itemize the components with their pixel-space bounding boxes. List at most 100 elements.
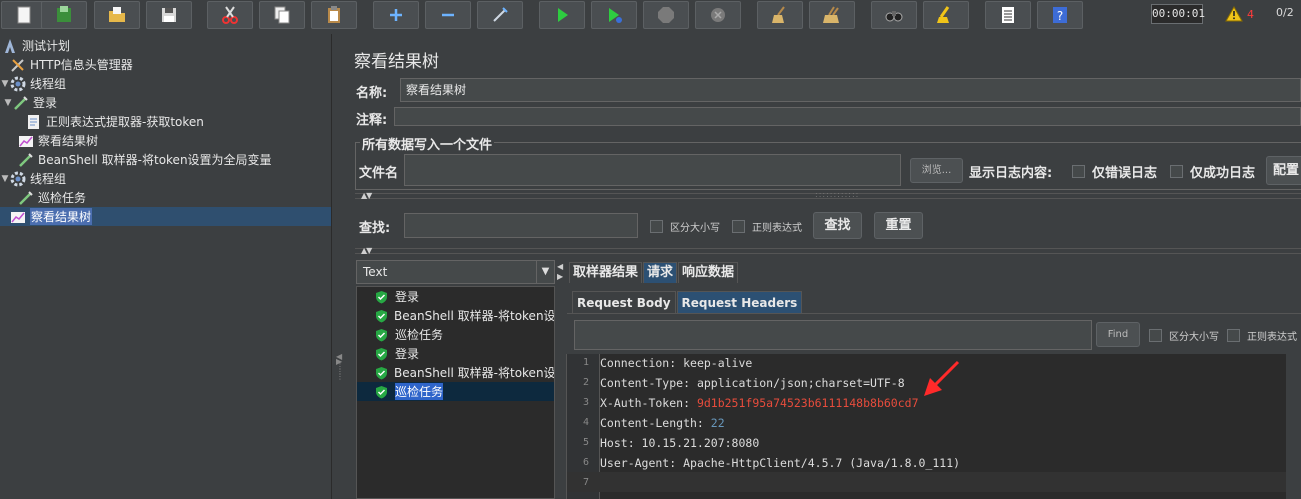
name-field[interactable]: 察看结果树 [400, 78, 1301, 102]
start-button[interactable] [539, 1, 585, 29]
tree-item-header-manager[interactable]: HTTP信息头管理器 [0, 55, 331, 74]
header-key: User-Agent: [600, 456, 684, 470]
splitter-grip-icon: :::::::::::: [815, 190, 860, 199]
checkbox-box[interactable] [1149, 329, 1162, 342]
editor-scrollbar[interactable] [1286, 354, 1301, 499]
expand-toggle-icon[interactable]: ▼ [0, 79, 10, 89]
tab-sampler-result[interactable]: 取样器结果 [569, 262, 643, 283]
errors-only-checkbox[interactable]: 仅错误日志 [1072, 162, 1157, 181]
search-button[interactable]: 查找 [813, 212, 862, 239]
comment-field[interactable] [394, 107, 1301, 126]
checkbox-box[interactable] [1072, 165, 1085, 178]
reset-search-button[interactable] [923, 1, 969, 29]
browse-button[interactable]: 浏览... [910, 158, 963, 183]
copy-button[interactable] [259, 1, 305, 29]
tab-request-headers[interactable]: Request Headers [676, 291, 803, 313]
collapse-button[interactable] [425, 1, 471, 29]
tree-item-beanshell[interactable]: BeanShell 取样器-将token设置为全局变量 [0, 150, 331, 169]
tab-response-data[interactable]: 响应数据 [678, 262, 739, 283]
list-item[interactable]: 巡检任务 [357, 325, 554, 344]
tree-item-thread-group-1[interactable]: ▼ 线程组 [0, 74, 331, 93]
tree-item-test-plan[interactable]: 测试计划 [0, 36, 331, 55]
regex-checkbox[interactable]: 正则表达式 [732, 219, 802, 234]
listener-icon [18, 133, 34, 149]
find-regex-checkbox[interactable]: 正则表达式 [1227, 328, 1297, 343]
code-line: Host: 10.15.21.207:8080 [600, 436, 759, 450]
help-button[interactable]: ? [1037, 1, 1083, 29]
templates-icon [57, 6, 71, 22]
find-case-checkbox[interactable]: 区分大小写 [1149, 328, 1219, 343]
binoculars-icon [885, 11, 903, 22]
tree-item-label: 察看结果树 [30, 208, 93, 225]
checkbox-box[interactable] [1170, 165, 1183, 178]
renderer-select[interactable]: Text ▼ [356, 260, 555, 284]
clear-button[interactable] [757, 1, 803, 29]
checkbox-label: 正则表达式 [752, 223, 802, 234]
find-button[interactable]: Find [1096, 322, 1140, 347]
expand-toggle-icon[interactable]: ▼ [3, 98, 13, 108]
list-item[interactable]: 巡检任务 [357, 382, 554, 401]
paste-button[interactable] [311, 1, 357, 29]
checkbox-label: 区分大小写 [670, 223, 720, 234]
tree-item-thread-group-2[interactable]: ▼ 线程组 [0, 169, 331, 188]
checkbox-box[interactable] [1227, 329, 1240, 342]
tab-request[interactable]: 请求 [643, 262, 678, 283]
tree-item-regex-extractor[interactable]: 正则表达式提取器-获取token [0, 112, 331, 131]
list-item[interactable]: BeanShell 取样器-将token设置为全局变量 [357, 306, 554, 325]
success-only-checkbox[interactable]: 仅成功日志 [1170, 162, 1255, 181]
tree-item-results-tree-2[interactable]: 察看结果树 [0, 207, 331, 226]
filename-field[interactable] [404, 154, 901, 186]
split-pane-divider[interactable]: ◀ ▶ ⋮ ⋮ ⋮ [331, 34, 345, 499]
success-shield-icon [375, 347, 389, 361]
tree-item-inspection-task[interactable]: 巡检任务 [0, 188, 331, 207]
help-icon: ? [1053, 7, 1067, 23]
wand-icon [493, 7, 508, 22]
splitter-arrows-icon: ▲▼ [361, 246, 372, 255]
copy-icon [274, 6, 290, 24]
search-field[interactable] [404, 213, 638, 238]
shutdown-button[interactable] [695, 1, 741, 29]
expand-toggle-icon[interactable]: ▼ [0, 174, 10, 184]
code-line: Content-Length: 22 [600, 416, 725, 430]
tree-item-label: 正则表达式提取器-获取token [46, 115, 204, 129]
results-splitter[interactable]: ◀ ▶ [555, 260, 565, 499]
tree-item-results-tree-1[interactable]: 察看结果树 [0, 131, 331, 150]
save-button[interactable] [146, 1, 192, 29]
listener-icon [10, 209, 26, 225]
search-button[interactable] [871, 1, 917, 29]
configure-button[interactable]: 配置 [1266, 156, 1301, 185]
checkbox-box[interactable] [650, 220, 663, 233]
splitter-1[interactable]: ▲▼:::::::::::: [355, 190, 1301, 200]
drag-handle-icon: ◀ ▶ ⋮ ⋮ ⋮ [336, 352, 344, 381]
warning-count: 4 [1247, 7, 1254, 21]
start-no-pause-button[interactable] [591, 1, 637, 29]
file-output-group-title: 所有数据写入一个文件 [360, 134, 495, 153]
save-icon [162, 8, 176, 22]
search-label: 查找: [359, 221, 391, 236]
clear-all-button[interactable] [809, 1, 855, 29]
chevron-down-icon[interactable]: ▼ [536, 261, 554, 283]
error-log-indicator[interactable]: 4 [1225, 4, 1265, 24]
checkbox-box[interactable] [732, 220, 745, 233]
reset-button[interactable]: 重置 [874, 212, 923, 239]
open-button[interactable] [94, 1, 140, 29]
stop-button[interactable] [643, 1, 689, 29]
list-item[interactable]: 登录 [357, 344, 554, 363]
sample-results-list: 登录 BeanShell 取样器-将token设置为全局变量 巡检任务 登录 B… [356, 286, 555, 499]
tree-item-login[interactable]: ▼ 登录 [0, 93, 331, 112]
tree-item-label: 察看结果树 [38, 134, 99, 148]
list-item[interactable]: BeanShell 取样器-将token设置为全局变量 [357, 363, 554, 382]
toggle-button[interactable] [477, 1, 523, 29]
function-helper-button[interactable] [985, 1, 1031, 29]
case-sensitive-checkbox[interactable]: 区分大小写 [650, 219, 720, 234]
header-value: application/json;charset=UTF-8 [696, 376, 905, 390]
find-input[interactable] [574, 320, 1092, 350]
splitter-arrows-icon: ▲▼ [361, 191, 372, 200]
expand-button[interactable] [373, 1, 419, 29]
list-item[interactable]: 登录 [357, 287, 554, 306]
templates-button[interactable] [41, 1, 87, 29]
splitter-2[interactable]: ▲▼ [355, 246, 1301, 255]
tab-request-body[interactable]: Request Body [572, 291, 676, 313]
cut-button[interactable] [207, 1, 253, 29]
broom-icon [772, 6, 785, 23]
